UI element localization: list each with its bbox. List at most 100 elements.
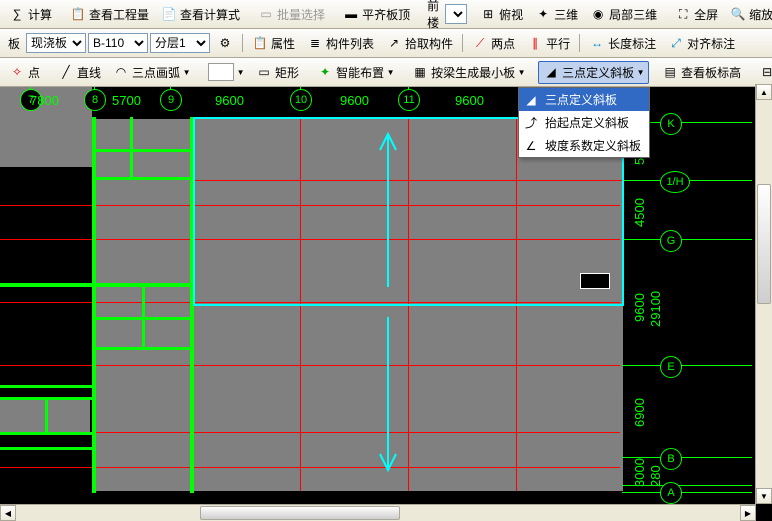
wall [0,447,92,450]
dim-label: 3000 [632,458,647,487]
horizontal-scrollbar[interactable]: ◀ ▶ [0,504,756,521]
dim-label: 7800 [30,93,59,108]
wall [95,177,190,180]
view-slab-elev-button[interactable]: ▤查看板标高 [657,61,746,84]
formula-icon: 📄 [161,6,177,22]
vertical-scrollbar[interactable]: ▲ ▼ [755,84,772,504]
align-icon: ⤢ [668,35,684,51]
toolbar-member: 板 现浇板 B-110 分层1 ⚙ 📋属性 ≣构件列表 ↗拾取构件 ⟋两点 ∥平… [0,29,772,58]
incline-icon: ◢ [523,92,539,108]
color-icon [208,63,234,81]
line-icon: ╱ [58,64,74,80]
batch-select-button[interactable]: ▭批量选择 [253,3,330,26]
layer-select[interactable]: 分层1 [150,33,210,53]
chevron-down-icon: ▼ [637,64,644,80]
dim-label: 5700 [112,93,141,108]
smart-layout-button[interactable]: ✦智能布置▼ [312,61,399,84]
local-3d-button[interactable]: ◉局部三维 [585,3,662,26]
slab-type-label: 板 [4,35,24,52]
menu-item-slope-coef[interactable]: ∠坡度系数定义斜板 [519,134,649,157]
slope-icon: ∠ [523,138,539,154]
scroll-left-button[interactable]: ◀ [0,505,16,521]
fullscreen-icon: ⛶ [675,6,691,22]
wall [130,117,133,152]
axis-bubble: 11 [398,89,420,111]
parallel-button[interactable]: ∥平行 [522,32,575,55]
axis-bubble: 10 [290,89,312,111]
grid-axis [622,365,752,366]
dim-label: 9600 [215,93,244,108]
separator [579,34,580,52]
axis-bubble: 8 [84,89,106,111]
dim-label: 9600 [632,293,647,322]
menu-item-three-point[interactable]: ◢三点定义斜板 [519,88,649,111]
align-dim-button[interactable]: ⤢对齐标注 [663,32,740,55]
slab-cast-select[interactable]: 现浇板 [26,33,86,53]
wall [130,150,133,178]
layer-settings-button[interactable]: ⚙ [212,32,238,54]
arrow-up [378,132,398,287]
pick-member-button[interactable]: ↗拾取构件 [381,32,458,55]
props-button[interactable]: 📋属性 [247,32,300,55]
wall [0,385,92,388]
drawing-canvas[interactable]: 7 8 9 10 11 7800 5700 9600 9600 9600 780… [0,87,772,521]
sheet-icon: 📋 [70,6,86,22]
scroll-right-button[interactable]: ▶ [740,505,756,521]
point-button[interactable]: ✧点 [4,61,45,84]
rect-button[interactable]: ▭矩形 [251,61,304,84]
length-dim-button[interactable]: ↔长度标注 [584,32,661,55]
lift-icon: ⤴ [523,115,539,131]
point-icon: ✧ [9,64,25,80]
separator [462,34,463,52]
zoom-icon: 🔍 [730,6,746,22]
incline-slab-menu: ◢三点定义斜板 ⤴抬起点定义斜板 ∠坡度系数定义斜板 [518,87,650,158]
gear-icon: ⚙ [217,35,233,51]
axis-bubble: A [660,482,682,504]
calc-button[interactable]: ∑计算 [4,3,57,26]
wall [92,117,96,493]
split-icon: ⊟ [759,64,772,80]
floor-select[interactable] [445,4,467,24]
member-list-button[interactable]: ≣构件列表 [302,32,379,55]
level-slab-button[interactable]: ▬平齐板顶 [338,3,415,26]
pick-icon: ↗ [386,35,402,51]
view-plan-button[interactable]: ⊞俯视 [475,3,528,26]
arc-button[interactable]: ◠三点画弧▼ [108,61,195,84]
slab-code-select[interactable]: B-110 [88,33,148,53]
dim-label: 29100 [648,291,663,327]
scroll-thumb[interactable] [200,506,400,520]
chevron-down-icon: ▼ [237,64,244,80]
dim-label: 280 [648,465,663,487]
opening [580,273,610,289]
select-icon: ▭ [258,6,274,22]
props-icon: 📋 [252,35,268,51]
dim-label: 4500 [632,198,647,227]
beam-split-button[interactable]: ⊟按梁分 [754,61,772,84]
parallel-icon: ∥ [527,35,543,51]
incline-icon: ◢ [543,64,559,80]
two-point-button[interactable]: ⟋两点 [467,32,520,55]
line-button[interactable]: ╱直线 [53,61,106,84]
view-formula-button[interactable]: 📄查看计算式 [156,3,245,26]
color-button[interactable]: ▼ [203,60,249,84]
menu-item-lift-point[interactable]: ⤴抬起点定义斜板 [519,111,649,134]
incline-slab-button[interactable]: ◢三点定义斜板▼ [538,61,649,84]
calc-icon: ∑ [9,6,25,22]
zoom-button[interactable]: 🔍缩放 [725,3,772,26]
grid-axis [622,492,752,493]
wall [45,397,48,433]
axis-bubble: K [660,113,682,135]
scroll-down-button[interactable]: ▼ [756,488,772,504]
view-3d-button[interactable]: ✦三维 [530,3,583,26]
scroll-thumb[interactable] [757,184,771,304]
view-eng-button[interactable]: 📋查看工程量 [65,3,154,26]
fullscreen-button[interactable]: ⛶全屏 [670,3,723,26]
dim-label: 6900 [632,398,647,427]
scroll-up-button[interactable]: ▲ [756,84,772,100]
level-icon: ▬ [343,6,359,22]
axis-bubble: G [660,230,682,252]
beam-icon: ▦ [412,64,428,80]
beam-gen-slab-button[interactable]: ▦按梁生成最小板▼ [407,61,530,84]
toolbar-draw: ✧点 ╱直线 ◠三点画弧▼ ▼ ▭矩形 ✦智能布置▼ ▦按梁生成最小板▼ ◢三点… [0,58,772,87]
wall [0,283,190,287]
